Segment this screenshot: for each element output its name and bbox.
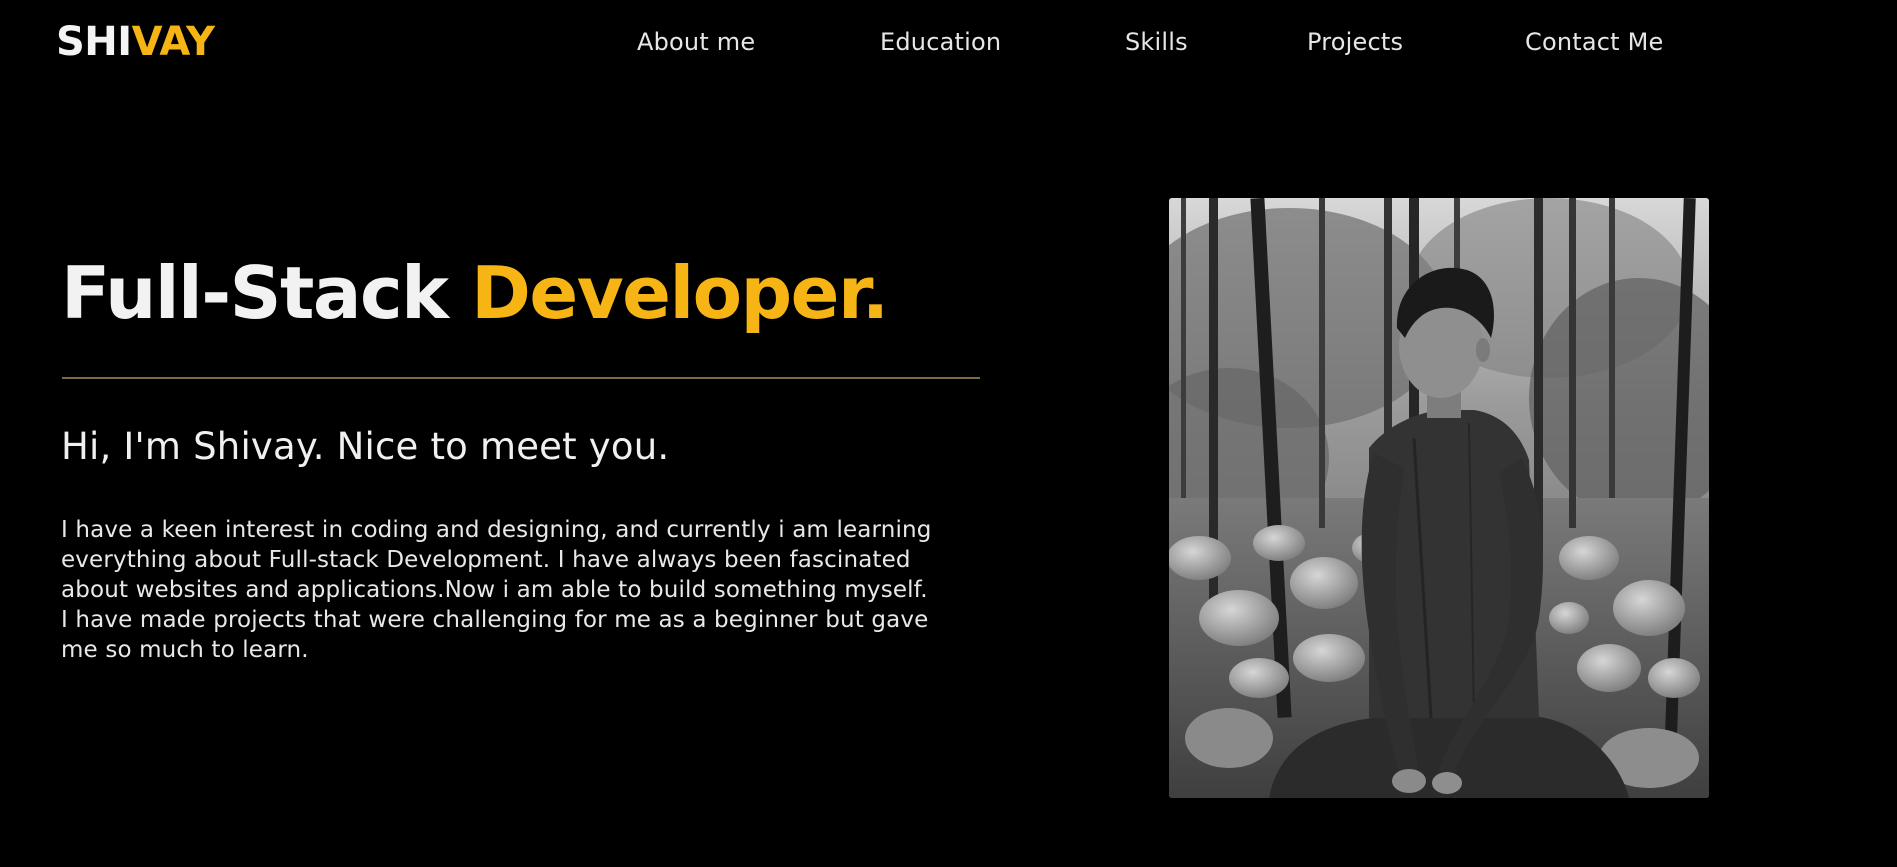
- hero-title-yellow: Developer.: [471, 251, 889, 335]
- about-line: about websites and applications.Now i am…: [61, 577, 928, 603]
- nav-about-me[interactable]: About me: [637, 24, 755, 60]
- hero-divider: [62, 377, 980, 379]
- site-logo[interactable]: SHIVAY: [56, 18, 215, 66]
- hero-title: Full-Stack Developer.: [61, 248, 889, 338]
- hero-title-white: Full-Stack: [61, 251, 472, 335]
- profile-photo: [1169, 198, 1709, 798]
- portfolio-page: SHIVAY About me Education Skills Project…: [0, 0, 1897, 867]
- nav-education[interactable]: Education: [880, 24, 1001, 60]
- nav-skills[interactable]: Skills: [1125, 24, 1188, 60]
- about-line: me so much to learn.: [61, 637, 309, 663]
- hero-greeting: Hi, I'm Shivay. Nice to meet you.: [61, 425, 670, 468]
- about-paragraph: I have a keen interest in coding and des…: [61, 515, 986, 665]
- about-line: everything about Full-stack Development.…: [61, 547, 911, 573]
- about-line: I have a keen interest in coding and des…: [61, 517, 932, 543]
- logo-part-yellow: VAY: [131, 19, 215, 65]
- nav-projects[interactable]: Projects: [1307, 24, 1403, 60]
- nav-contact-me[interactable]: Contact Me: [1525, 24, 1663, 60]
- about-line: I have made projects that were challengi…: [61, 607, 929, 633]
- logo-part-white: SHI: [56, 19, 132, 65]
